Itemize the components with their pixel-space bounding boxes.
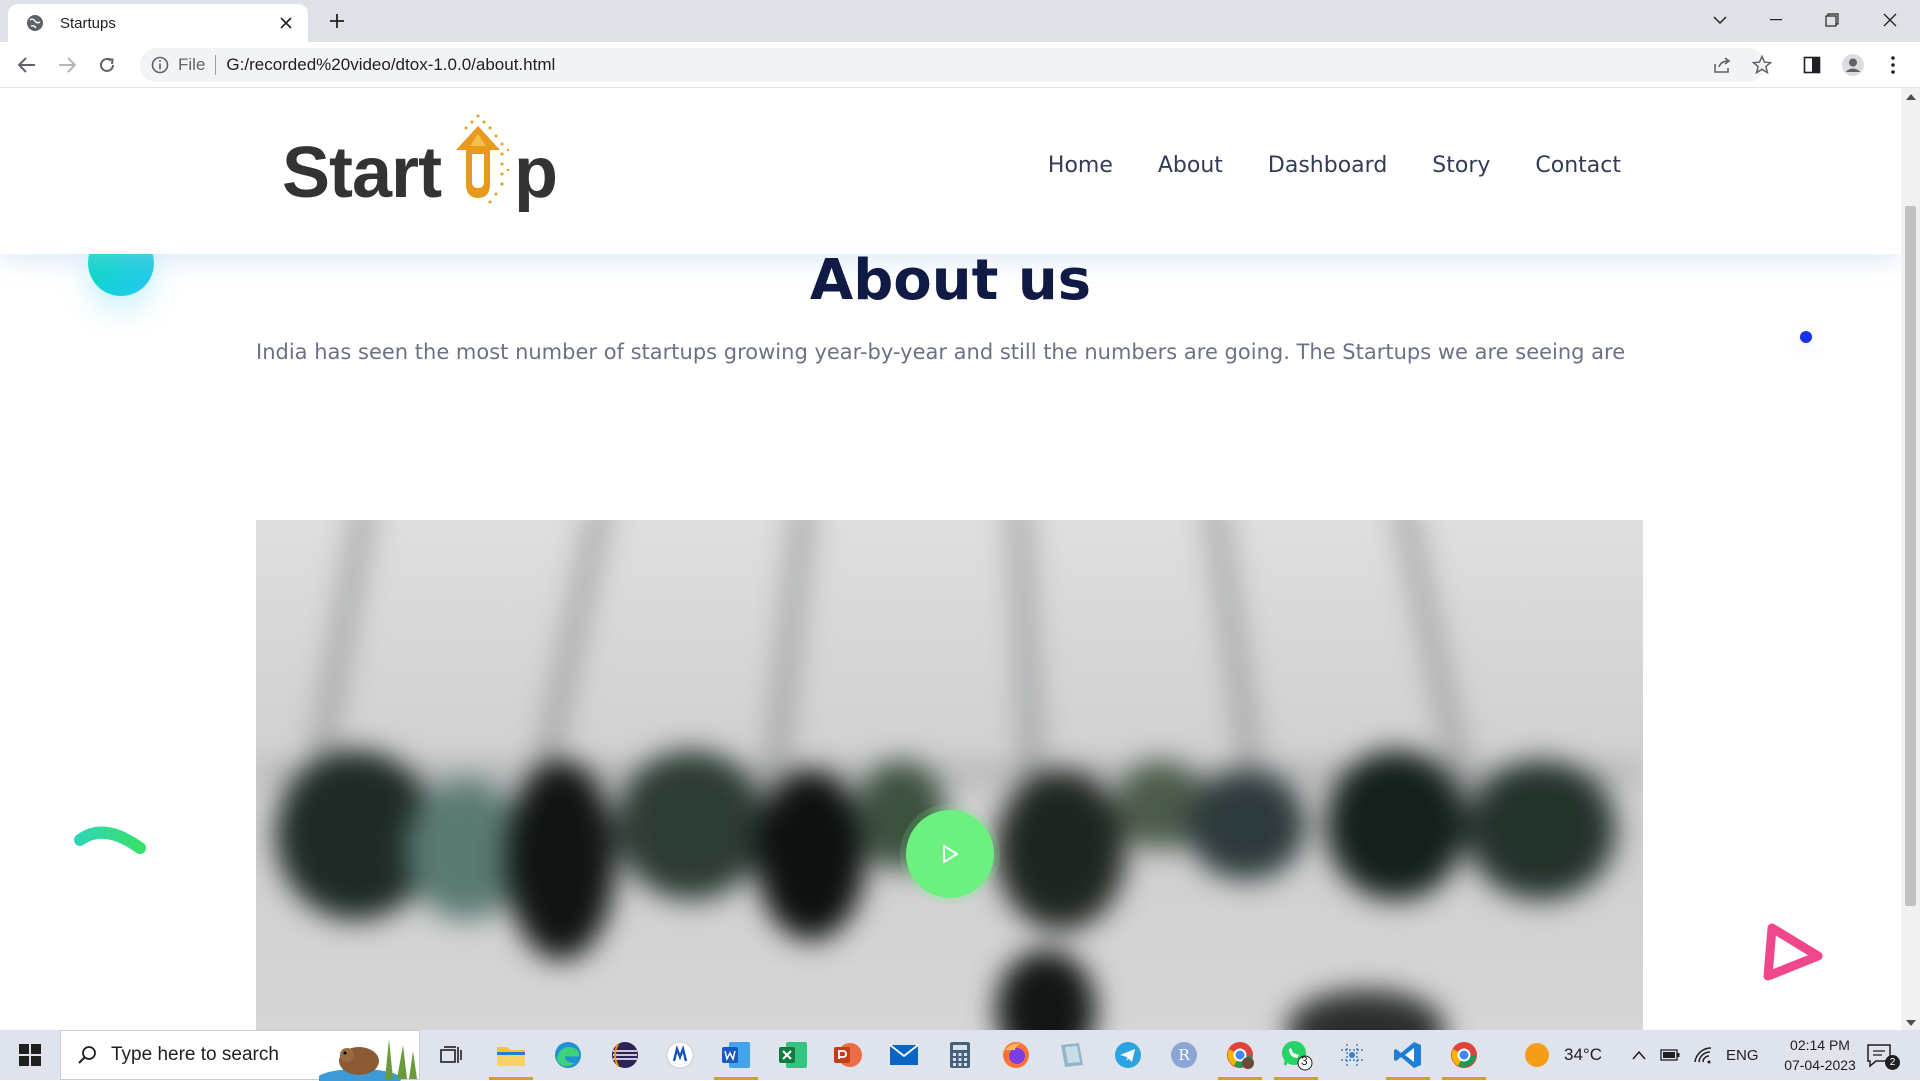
main-nav: Home About Dashboard Story Contact (1048, 153, 1621, 178)
forward-button[interactable] (53, 51, 81, 79)
nav-about[interactable]: About (1158, 153, 1223, 178)
decorative-triangle (1763, 923, 1823, 981)
windows-logo-icon (19, 1044, 41, 1066)
edge-browser-icon[interactable] (551, 1038, 585, 1072)
decorative-blue-dot (1800, 331, 1812, 343)
page-viewport: Start p Home About Dashboard Story Conta (0, 88, 1901, 1030)
vscode-icon[interactable] (1386, 1038, 1430, 1080)
profile-avatar-icon[interactable] (1838, 50, 1868, 80)
new-tab-button[interactable] (323, 9, 351, 33)
nav-home[interactable]: Home (1048, 153, 1113, 178)
word-icon[interactable] (714, 1038, 758, 1080)
chevron-up-icon (1632, 1050, 1646, 1060)
nav-dashboard[interactable]: Dashboard (1268, 153, 1387, 178)
sun-icon (1525, 1043, 1549, 1067)
taskbar-search[interactable]: Type here to search (60, 1030, 420, 1081)
eclipse-icon[interactable] (608, 1038, 642, 1072)
clock-date: 07-04-2023 (1784, 1057, 1856, 1073)
chrome-icon[interactable] (1442, 1038, 1486, 1080)
restore-button[interactable] (1804, 0, 1860, 40)
site-logo[interactable]: Start p (282, 110, 562, 220)
bookmark-star-icon[interactable] (1747, 50, 1777, 80)
section-description: India has seen the most number of startu… (256, 340, 1626, 364)
back-button[interactable] (13, 51, 41, 79)
weather-widget[interactable]: 34°C (1524, 1030, 1602, 1080)
url-separator (215, 55, 217, 75)
scroll-down-icon[interactable] (1906, 1020, 1916, 1026)
firefox-icon[interactable] (999, 1038, 1033, 1072)
scroll-up-icon[interactable] (1906, 94, 1916, 100)
nav-story[interactable]: Story (1432, 153, 1490, 178)
decorative-arc (74, 826, 146, 854)
show-hidden-icons[interactable] (1632, 1030, 1646, 1080)
weather-temp: 34°C (1564, 1045, 1602, 1064)
browser-menu-icon[interactable] (1878, 50, 1908, 80)
url-text[interactable]: G:/recorded%20video/dtox-1.0.0/about.htm… (226, 55, 555, 75)
reload-button[interactable] (93, 51, 121, 79)
info-icon[interactable] (150, 55, 170, 75)
telegram-icon[interactable] (1111, 1038, 1145, 1072)
browser-tab[interactable]: Startups (8, 4, 308, 42)
start-button[interactable] (0, 1030, 60, 1080)
address-bar[interactable]: File G:/recorded%20video/dtox-1.0.0/abou… (140, 48, 1765, 82)
battery-icon[interactable] (1660, 1030, 1680, 1080)
close-window-button[interactable] (1862, 0, 1918, 40)
logo-arrow-icon (456, 114, 510, 204)
search-placeholder: Type here to search (111, 1044, 279, 1065)
wifi-icon[interactable] (1693, 1030, 1713, 1080)
share-icon[interactable] (1707, 50, 1737, 80)
task-view-icon[interactable] (434, 1038, 468, 1072)
windows-taskbar: Type here to search R 3 34°C ENG 02:14 P… (0, 1030, 1920, 1081)
about-video[interactable] (256, 520, 1643, 1030)
language-indicator[interactable]: ENG (1726, 1030, 1759, 1080)
app-icon-blue[interactable] (663, 1038, 697, 1072)
calculator-icon[interactable] (943, 1038, 977, 1072)
excel-icon[interactable] (776, 1038, 810, 1072)
close-tab-icon[interactable] (276, 13, 296, 33)
whatsapp-icon[interactable]: 3 (1274, 1038, 1318, 1080)
play-icon (943, 845, 958, 863)
play-button[interactable] (906, 810, 994, 898)
clock[interactable]: 02:14 PM 07-04-2023 (1770, 1030, 1870, 1080)
video-thumbnail (256, 520, 1643, 1030)
app-icon-glass[interactable] (1055, 1038, 1089, 1072)
browser-toolbar: File G:/recorded%20video/dtox-1.0.0/abou… (0, 42, 1920, 88)
tab-search-icon[interactable] (1692, 0, 1748, 40)
search-icon (78, 1046, 96, 1064)
svg-text:R: R (1178, 1046, 1190, 1064)
nav-contact[interactable]: Contact (1535, 153, 1621, 178)
chrome-profile-icon[interactable] (1218, 1038, 1262, 1080)
clock-time: 02:14 PM (1790, 1037, 1850, 1053)
page-scrollbar[interactable] (1901, 88, 1920, 1030)
notification-count: 2 (1885, 1055, 1900, 1070)
section-title: About us (809, 248, 1092, 313)
tab-strip: Startups (0, 0, 1920, 42)
search-highlight-icon (319, 1039, 417, 1081)
side-panel-icon[interactable] (1797, 50, 1827, 80)
r-app-icon[interactable]: R (1167, 1038, 1201, 1072)
logo-text-p: p (514, 133, 558, 213)
whatsapp-badge: 3 (1301, 1054, 1308, 1068)
mail-icon[interactable] (887, 1038, 921, 1072)
notification-center-icon[interactable]: 2 (1866, 1030, 1900, 1080)
url-scheme: File (178, 55, 206, 74)
file-explorer-icon[interactable] (489, 1038, 533, 1080)
site-header: Start p Home About Dashboard Story Conta (0, 88, 1901, 254)
snipping-tool-icon[interactable] (1335, 1038, 1369, 1072)
scrollbar-thumb[interactable] (1905, 206, 1916, 906)
powerpoint-icon[interactable] (831, 1038, 865, 1072)
globe-icon (27, 15, 43, 31)
minimize-button[interactable] (1748, 0, 1804, 40)
tab-title: Startups (60, 14, 116, 32)
logo-text-start: Start (282, 133, 442, 213)
